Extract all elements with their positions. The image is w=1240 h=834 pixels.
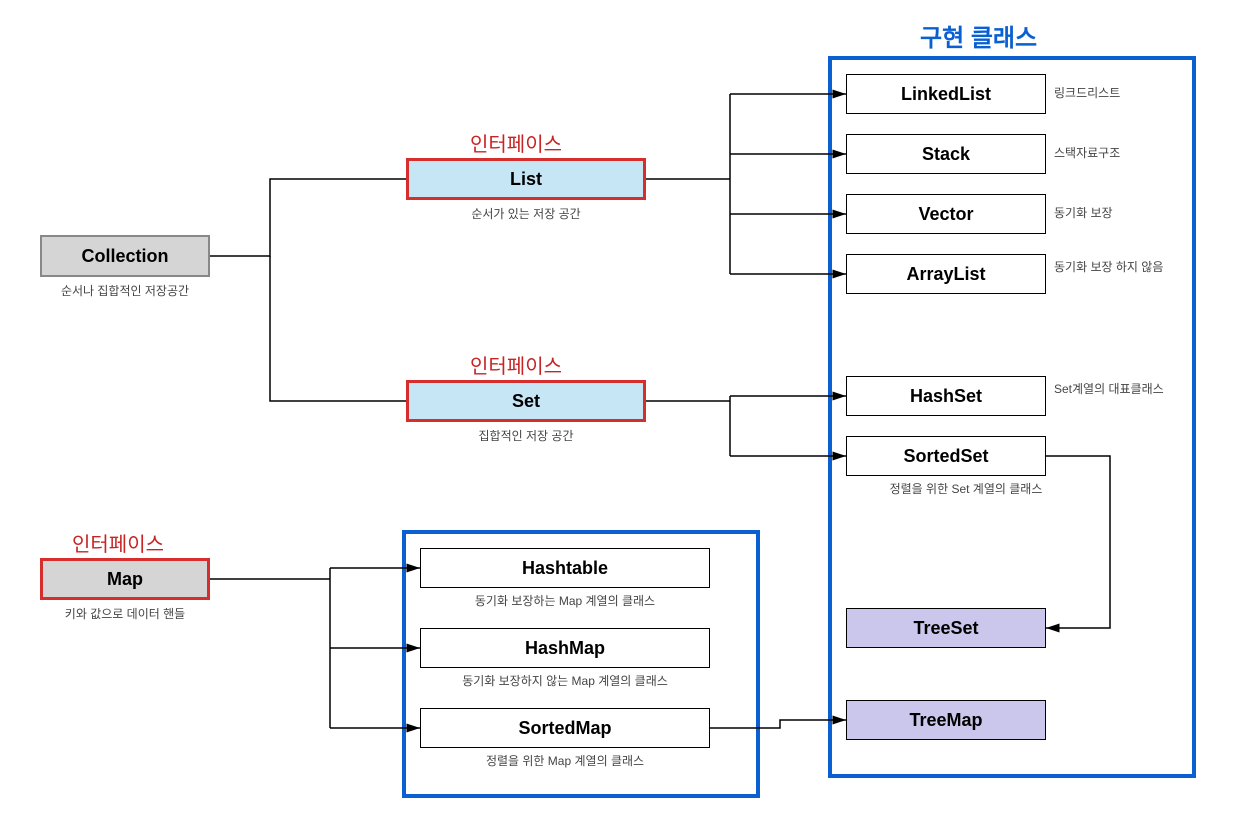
note-sortedset: 정렬을 위한 Set 계열의 클래스	[846, 480, 1086, 497]
node-treeset: TreeSet	[846, 608, 1046, 648]
node-list: List	[406, 158, 646, 200]
node-linkedlist: LinkedList	[846, 74, 1046, 114]
caption-list: 순서가 있는 저장 공간	[406, 205, 646, 222]
node-sortedset: SortedSet	[846, 436, 1046, 476]
note-hashmap: 동기화 보장하지 않는 Map 계열의 클래스	[420, 672, 710, 689]
label-interface-set: 인터페이스	[470, 350, 562, 379]
node-arraylist: ArrayList	[846, 254, 1046, 294]
caption-collection: 순서나 집합적인 저장공간	[40, 282, 210, 299]
label-implementation-class: 구현 클래스	[920, 18, 1037, 53]
node-hashtable: Hashtable	[420, 548, 710, 588]
note-sortedmap: 정렬을 위한 Map 계열의 클래스	[420, 752, 710, 769]
label-interface-map: 인터페이스	[72, 528, 164, 557]
note-arraylist: 동기화 보장 하지 않음	[1054, 258, 1174, 275]
node-vector: Vector	[846, 194, 1046, 234]
label-interface-list: 인터페이스	[470, 128, 562, 157]
note-vector: 동기화 보장	[1054, 204, 1174, 221]
node-hashmap: HashMap	[420, 628, 710, 668]
note-hashtable: 동기화 보장하는 Map 계열의 클래스	[420, 592, 710, 609]
node-set: Set	[406, 380, 646, 422]
note-linkedlist: 링크드리스트	[1054, 84, 1174, 101]
caption-map: 키와 값으로 데이터 핸들	[40, 605, 210, 622]
caption-set: 집합적인 저장 공간	[406, 427, 646, 444]
node-sortedmap: SortedMap	[420, 708, 710, 748]
node-collection: Collection	[40, 235, 210, 277]
note-stack: 스택자료구조	[1054, 144, 1174, 161]
node-hashset: HashSet	[846, 376, 1046, 416]
node-stack: Stack	[846, 134, 1046, 174]
note-hashset: Set계열의 대표클래스	[1054, 380, 1174, 397]
node-treemap: TreeMap	[846, 700, 1046, 740]
node-map: Map	[40, 558, 210, 600]
